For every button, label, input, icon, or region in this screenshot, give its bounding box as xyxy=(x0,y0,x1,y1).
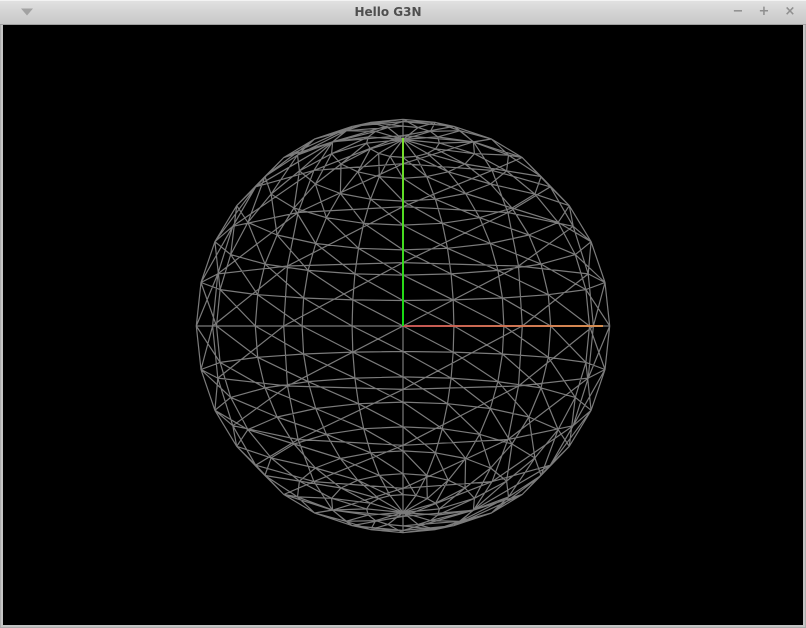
minimize-button[interactable]: − xyxy=(731,0,745,24)
window-frame xyxy=(0,25,806,628)
maximize-button[interactable]: + xyxy=(757,0,771,24)
window-menu-icon[interactable] xyxy=(20,8,34,17)
wireframe-sphere-scene xyxy=(3,25,803,625)
app-window: Hello G3N − + × xyxy=(0,0,806,628)
render-canvas[interactable] xyxy=(3,25,803,625)
close-button[interactable]: × xyxy=(783,0,797,24)
window-controls: − + × xyxy=(731,0,797,24)
titlebar[interactable]: Hello G3N − + × xyxy=(0,0,806,25)
triangle-down-icon xyxy=(20,8,34,17)
window-title: Hello G3N xyxy=(60,0,716,24)
